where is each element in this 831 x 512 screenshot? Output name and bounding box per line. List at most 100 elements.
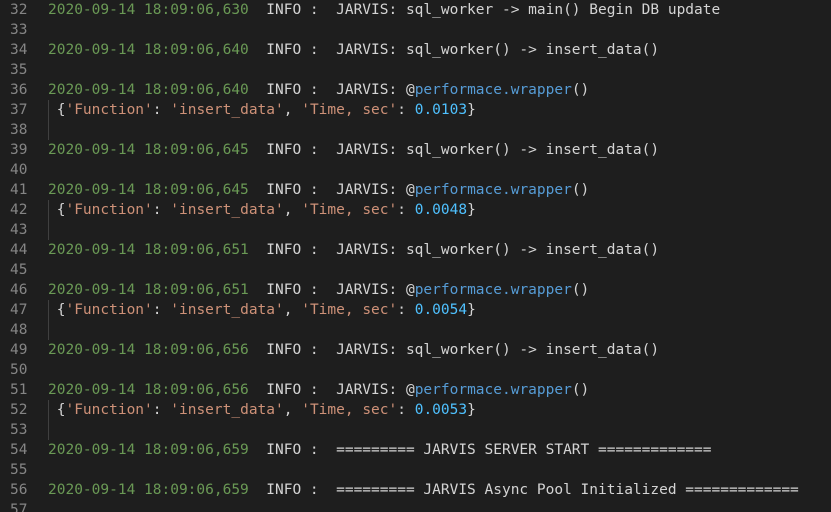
dict-number: 0.0054 <box>414 302 468 318</box>
editor-line[interactable]: 33 <box>0 20 831 40</box>
editor-line[interactable]: 35 <box>0 60 831 80</box>
editor-line[interactable]: 56 2020-09-14 18:09:06,659 INFO : =======… <box>0 480 831 500</box>
line-number: 37 <box>10 102 28 118</box>
line-number: 43 <box>10 222 28 238</box>
line-number: 35 <box>10 62 28 78</box>
line-code[interactable] <box>48 420 831 440</box>
editor-line[interactable]: 49 2020-09-14 18:09:06,656 INFO : JARVIS:… <box>0 340 831 360</box>
log-timestamp: 2020-09-14 18:09:06,651 <box>48 282 249 298</box>
line-number: 54 <box>10 442 28 458</box>
line-code[interactable]: 2020-09-14 18:09:06,659 INFO : =========… <box>48 440 831 460</box>
indent-guide <box>48 420 49 440</box>
editor-line[interactable]: 40 <box>0 160 831 180</box>
line-number: 41 <box>10 182 28 198</box>
log-level: INFO <box>266 142 302 158</box>
editor-line[interactable]: 52 {'Function': 'insert_data', 'Time, se… <box>0 400 831 420</box>
editor-line[interactable]: 34 2020-09-14 18:09:06,640 INFO : JARVIS:… <box>0 40 831 60</box>
log-timestamp: 2020-09-14 18:09:06,656 <box>48 342 249 358</box>
line-code[interactable]: 2020-09-14 18:09:06,651 INFO : JARVIS: @… <box>48 280 831 300</box>
editor-line[interactable]: 51 2020-09-14 18:09:06,656 INFO : JARVIS:… <box>0 380 831 400</box>
dict-value: 'insert_data' <box>170 302 284 318</box>
indent-guide <box>48 200 49 220</box>
line-code[interactable]: {'Function': 'insert_data', 'Time, sec':… <box>48 200 831 220</box>
line-number: 57 <box>10 502 28 512</box>
decorator-name: performace.wrapper <box>414 82 572 98</box>
editor-line[interactable]: 55 <box>0 460 831 480</box>
decorator-name: performace.wrapper <box>414 382 572 398</box>
dict-key: 'Time, sec' <box>301 302 398 318</box>
log-level: INFO <box>266 182 302 198</box>
line-number: 34 <box>10 42 28 58</box>
editor-line[interactable]: 38 <box>0 120 831 140</box>
editor-line[interactable]: 45 <box>0 260 831 280</box>
line-number: 56 <box>10 482 28 498</box>
editor-line[interactable]: 57 <box>0 500 831 512</box>
line-code[interactable] <box>48 220 831 240</box>
line-code[interactable] <box>48 320 831 340</box>
dict-number: 0.0048 <box>414 202 468 218</box>
line-code[interactable] <box>48 260 831 280</box>
editor-line[interactable]: 36 2020-09-14 18:09:06,640 INFO : JARVIS:… <box>0 80 831 100</box>
log-timestamp: 2020-09-14 18:09:06,645 <box>48 182 249 198</box>
line-number: 48 <box>10 322 28 338</box>
line-number: 46 <box>10 282 28 298</box>
line-code[interactable]: {'Function': 'insert_data', 'Time, sec':… <box>48 300 831 320</box>
log-level: INFO <box>266 482 302 498</box>
line-code[interactable]: 2020-09-14 18:09:06,645 INFO : JARVIS: s… <box>48 140 831 160</box>
line-code[interactable]: 2020-09-14 18:09:06,630 INFO : JARVIS: s… <box>48 0 831 20</box>
line-number: 52 <box>10 402 28 418</box>
line-code[interactable]: 2020-09-14 18:09:06,640 INFO : JARVIS: @… <box>48 80 831 100</box>
log-editor[interactable]: 32 2020-09-14 18:09:06,630 INFO : JARVIS:… <box>0 0 831 512</box>
log-timestamp: 2020-09-14 18:09:06,645 <box>48 142 249 158</box>
editor-line[interactable]: 44 2020-09-14 18:09:06,651 INFO : JARVIS:… <box>0 240 831 260</box>
dict-key: 'Function' <box>65 302 153 318</box>
line-code[interactable]: {'Function': 'insert_data', 'Time, sec':… <box>48 100 831 120</box>
line-code[interactable]: 2020-09-14 18:09:06,645 INFO : JARVIS: @… <box>48 180 831 200</box>
editor-line[interactable]: 43 <box>0 220 831 240</box>
editor-line[interactable]: 48 <box>0 320 831 340</box>
log-message-prefix: JARVIS: @ <box>336 82 415 98</box>
line-code[interactable] <box>48 360 831 380</box>
editor-line[interactable]: 37 {'Function': 'insert_data', 'Time, se… <box>0 100 831 120</box>
indent-guide <box>48 100 49 120</box>
editor-line[interactable]: 50 <box>0 360 831 380</box>
line-code[interactable] <box>48 500 831 512</box>
editor-line[interactable]: 46 2020-09-14 18:09:06,651 INFO : JARVIS:… <box>0 280 831 300</box>
line-code[interactable]: 2020-09-14 18:09:06,656 INFO : JARVIS: @… <box>48 380 831 400</box>
dict-key: 'Time, sec' <box>301 102 398 118</box>
log-message: JARVIS: sql_worker() -> insert_data() <box>336 42 660 58</box>
line-code[interactable]: 2020-09-14 18:09:06,640 INFO : JARVIS: s… <box>48 40 831 60</box>
line-number: 33 <box>10 22 28 38</box>
line-code[interactable]: 2020-09-14 18:09:06,651 INFO : JARVIS: s… <box>48 240 831 260</box>
dict-key: 'Function' <box>65 402 153 418</box>
line-number: 42 <box>10 202 28 218</box>
line-code[interactable] <box>48 460 831 480</box>
decorator-call: () <box>571 182 590 198</box>
editor-line[interactable]: 53 <box>0 420 831 440</box>
log-level: INFO <box>266 282 302 298</box>
indent-guide <box>48 220 49 240</box>
line-number: 36 <box>10 82 28 98</box>
editor-line[interactable]: 47 {'Function': 'insert_data', 'Time, se… <box>0 300 831 320</box>
line-number: 40 <box>10 162 28 178</box>
editor-line[interactable]: 42 {'Function': 'insert_data', 'Time, se… <box>0 200 831 220</box>
editor-line[interactable]: 54 2020-09-14 18:09:06,659 INFO : =======… <box>0 440 831 460</box>
editor-line[interactable]: 39 2020-09-14 18:09:06,645 INFO : JARVIS:… <box>0 140 831 160</box>
editor-line[interactable]: 32 2020-09-14 18:09:06,630 INFO : JARVIS:… <box>0 0 831 20</box>
line-code[interactable] <box>48 20 831 40</box>
line-code[interactable] <box>48 120 831 140</box>
line-code[interactable]: 2020-09-14 18:09:06,656 INFO : JARVIS: s… <box>48 340 831 360</box>
editor-line[interactable]: 41 2020-09-14 18:09:06,645 INFO : JARVIS:… <box>0 180 831 200</box>
log-level: INFO <box>266 2 302 18</box>
line-number: 45 <box>10 262 28 278</box>
line-code[interactable] <box>48 160 831 180</box>
dict-number: 0.0053 <box>414 402 468 418</box>
line-code[interactable]: 2020-09-14 18:09:06,659 INFO : =========… <box>48 480 831 500</box>
line-code[interactable] <box>48 60 831 80</box>
line-number: 53 <box>10 422 28 438</box>
log-message: JARVIS: sql_worker() -> insert_data() <box>336 342 660 358</box>
indent-guide <box>48 120 49 140</box>
indent-guide <box>48 400 49 420</box>
line-code[interactable]: {'Function': 'insert_data', 'Time, sec':… <box>48 400 831 420</box>
log-message-prefix: JARVIS: @ <box>336 282 415 298</box>
